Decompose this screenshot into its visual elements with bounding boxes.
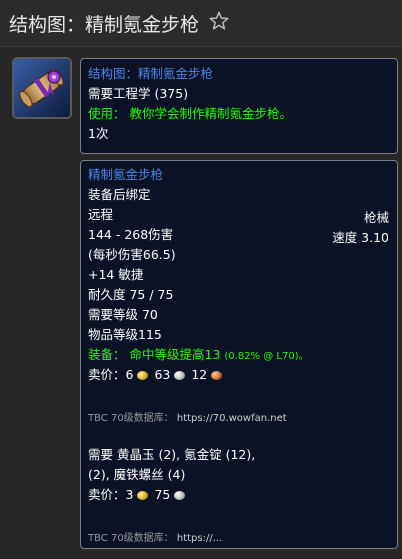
silver-coin-icon [174, 371, 186, 380]
db2-label: TBC 70级数据库： [88, 533, 174, 544]
silver-coin-icon [174, 491, 186, 500]
db-label: TBC 70级数据库： [88, 413, 174, 424]
recipe-requirement: 需要工程学 (375) [88, 86, 189, 101]
item-equip-note: (0.82% @ L70)。 [224, 351, 309, 362]
sell2-silver: 75 [154, 487, 171, 502]
scroll-schematic-icon[interactable] [12, 57, 72, 119]
recipe-use-prefix: 使用： [88, 106, 126, 121]
recipe-use-text: 教你学会制作精制氪金步枪。 [129, 106, 293, 121]
item-name: 精制氪金步枪 [88, 167, 164, 182]
item-level: 物品等级115 [88, 327, 162, 342]
sell2-gold: 3 [125, 487, 134, 502]
item-slot: 远程 [88, 207, 114, 222]
scroll-icon-art [14, 59, 70, 117]
db-source: TBC 70级数据库： https://70.wowfan.net [88, 411, 287, 427]
reagents-line-2: (2), 魔铁螺丝 (4) [88, 467, 186, 482]
item-speed: 速度 3.10 [332, 230, 389, 245]
item-req-level: 需要等级 70 [88, 307, 158, 322]
item-sell-price: 卖价：6 63 12 [88, 367, 224, 383]
db-link[interactable]: https://70.wowfan.net [177, 413, 287, 424]
item-damage: 144 - 268伤害 [88, 227, 174, 242]
gold-coin-icon [137, 491, 149, 500]
sell-gold: 6 [125, 367, 134, 382]
item-stat: +14 敏捷 [88, 267, 144, 282]
recipe-name: 结构图：精制氪金步枪 [88, 66, 214, 81]
recipe-use: 使用： 教你学会制作精制氪金步枪。 [88, 106, 292, 122]
star-outline-icon[interactable] [208, 10, 230, 32]
reagent-sell-price: 卖价：3 75 [88, 487, 187, 503]
sell2-label: 卖价： [88, 487, 126, 502]
item-equip-text: 命中等级提高13 [129, 347, 221, 362]
sell-label: 卖价： [88, 367, 126, 382]
item-tooltip: 精制氪金步枪 装备后绑定 远程 枪械 144 - 268伤害 速度 3.10 (… [80, 160, 398, 549]
copper-coin-icon [211, 371, 223, 380]
recipe-charges: 1次 [88, 126, 109, 141]
item-equip-prefix: 装备： [88, 347, 126, 362]
db2-link[interactable]: https://... [177, 533, 222, 544]
sell-copper: 12 [191, 367, 208, 382]
item-bind: 装备后绑定 [88, 187, 151, 202]
recipe-tooltip: 结构图：精制氪金步枪 需要工程学 (375) 使用： 教你学会制作精制氪金步枪。… [80, 58, 398, 154]
page-title: 结构图：精制氪金步枪 [9, 14, 200, 36]
item-equip: 装备： 命中等级提高13 (0.82% @ L70)。 [88, 347, 309, 365]
item-durability: 耐久度 75 / 75 [88, 287, 174, 302]
item-dps: (每秒伤害66.5) [88, 247, 176, 262]
gold-coin-icon [137, 371, 149, 380]
title-bar: 结构图：精制氪金步枪 [0, 0, 402, 47]
db-source-2: TBC 70级数据库： https://... [88, 531, 222, 547]
sell-silver: 63 [154, 367, 171, 382]
item-type: 枪械 [363, 210, 389, 225]
reagents-line-1: 需要 黄晶玉 (2), 氪金锭 (12), [88, 447, 256, 462]
